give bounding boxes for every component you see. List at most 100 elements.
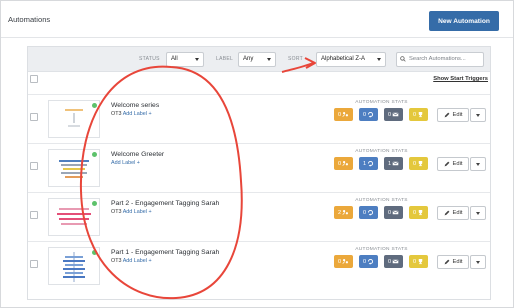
stat-goals[interactable]: 0 (409, 255, 428, 268)
chevron-down-icon (476, 261, 480, 264)
active-status-dot (92, 250, 97, 255)
stat-in-progress[interactable]: 0 (359, 108, 378, 121)
refresh-icon (368, 209, 374, 216)
automation-tag: OT3 (111, 209, 122, 215)
stat-emails[interactable]: 1 (384, 157, 403, 170)
edit-label: Edit (452, 210, 463, 216)
table-row: Part 2 - Engagement Tagging Sarah OT3 Ad… (28, 192, 490, 241)
stat-in-progress[interactable]: 0 (359, 206, 378, 219)
people-icon (342, 160, 349, 166)
edit-label: Edit (452, 161, 463, 167)
edit-button[interactable]: Edit (437, 157, 469, 171)
row-checkbox[interactable] (30, 162, 38, 170)
people-icon (342, 111, 349, 117)
stat-value: 2 (337, 209, 342, 216)
automation-meta: OT3 Add Label + (111, 111, 152, 117)
stat-goals[interactable]: 0 (409, 108, 428, 121)
refresh-icon (368, 111, 374, 118)
active-status-dot (92, 152, 97, 157)
stat-value: 0 (362, 258, 367, 265)
sort-select[interactable]: Alphabetical Z-A (316, 52, 386, 67)
pencil-icon (444, 112, 449, 118)
table-row: Part 1 - Engagement Tagging Sarah OT3 Ad… (28, 241, 490, 290)
chevron-down-icon (476, 212, 480, 215)
stat-value: 0 (412, 209, 417, 216)
row-actions-dropdown[interactable] (470, 157, 486, 171)
row-actions-dropdown[interactable] (470, 108, 486, 122)
table-row: Welcome Greeter Add Label + AUTOMATION S… (28, 143, 490, 192)
automations-panel: STATUS All LABEL Any SORT Alphabetical Z… (27, 46, 491, 300)
trophy-icon (418, 112, 423, 118)
automation-name[interactable]: Part 1 - Engagement Tagging Sarah (111, 249, 219, 256)
row-actions-dropdown[interactable] (470, 255, 486, 269)
pencil-icon (444, 161, 449, 167)
label-select-value: Any (243, 56, 254, 62)
sort-select-value: Alphabetical Z-A (321, 56, 366, 62)
workflow-thumbnail[interactable] (48, 247, 100, 285)
trophy-icon (418, 259, 423, 265)
stat-value: 0 (362, 209, 367, 216)
row-actions-dropdown[interactable] (470, 206, 486, 220)
table-row: Welcome series OT3 Add Label + AUTOMATIO… (28, 94, 490, 143)
people-icon (342, 209, 349, 215)
row-checkbox[interactable] (30, 211, 38, 219)
stat-value: 0 (412, 111, 417, 118)
automation-tag: OT3 (111, 111, 122, 117)
chevron-down-icon (476, 163, 480, 166)
add-label-link[interactable]: Add Label + (123, 258, 152, 264)
trophy-icon (418, 161, 423, 167)
search-placeholder: Search Automations... (409, 56, 466, 62)
add-label-link[interactable]: Add Label + (111, 160, 140, 166)
search-input[interactable]: Search Automations... (396, 52, 484, 67)
stat-emails[interactable]: 0 (384, 255, 403, 268)
row-checkbox[interactable] (30, 260, 38, 268)
automation-meta: OT3 Add Label + (111, 209, 152, 215)
stat-in-progress[interactable]: 0 (359, 255, 378, 268)
stat-value: 0 (362, 111, 367, 118)
stats-header: AUTOMATION STATS (355, 149, 408, 154)
stat-value: 0 (337, 111, 342, 118)
stat-entered[interactable]: 2 (334, 206, 353, 219)
edit-button[interactable]: Edit (437, 108, 469, 122)
stat-value: 0 (387, 111, 392, 118)
automation-name[interactable]: Welcome series (111, 102, 159, 109)
header-divider (1, 37, 513, 38)
stat-entered[interactable]: 0 (334, 255, 353, 268)
stat-emails[interactable]: 0 (384, 206, 403, 219)
edit-button[interactable]: Edit (437, 206, 469, 220)
stat-goals[interactable]: 0 (409, 206, 428, 219)
workflow-thumbnail[interactable] (48, 100, 100, 138)
trophy-icon (418, 210, 423, 216)
workflow-thumbnail[interactable] (48, 198, 100, 236)
stats-header: AUTOMATION STATS (355, 100, 408, 105)
stat-in-progress[interactable]: 1 (359, 157, 378, 170)
automation-name[interactable]: Welcome Greeter (111, 151, 164, 158)
label-select[interactable]: Any (238, 52, 276, 67)
edit-label: Edit (452, 259, 463, 265)
add-label-link[interactable]: Add Label + (123, 209, 152, 215)
stat-emails[interactable]: 0 (384, 108, 403, 121)
new-automation-button[interactable]: New Automation (429, 11, 499, 31)
stat-goals[interactable]: 0 (409, 157, 428, 170)
stat-entered[interactable]: 0 (334, 157, 353, 170)
stat-entered[interactable]: 0 (334, 108, 353, 121)
pencil-icon (444, 259, 449, 265)
automation-name[interactable]: Part 2 - Engagement Tagging Sarah (111, 200, 219, 207)
stats-header: AUTOMATION STATS (355, 198, 408, 203)
row-checkbox[interactable] (30, 113, 38, 121)
show-start-triggers-link[interactable]: Show Start Triggers (433, 76, 488, 82)
workflow-thumbnail[interactable] (48, 149, 100, 187)
status-select[interactable]: All (166, 52, 204, 67)
filter-bar: STATUS All LABEL Any SORT Alphabetical Z… (28, 47, 490, 72)
select-all-checkbox[interactable] (30, 75, 38, 83)
envelope-icon (392, 259, 399, 264)
page-title: Automations (8, 15, 51, 24)
envelope-icon (392, 161, 399, 166)
automation-tag: OT3 (111, 258, 122, 264)
envelope-icon (392, 210, 399, 215)
envelope-icon (392, 112, 399, 117)
edit-button[interactable]: Edit (437, 255, 469, 269)
add-label-link[interactable]: Add Label + (123, 111, 152, 117)
stat-value: 1 (387, 160, 392, 167)
edit-label: Edit (452, 112, 463, 118)
